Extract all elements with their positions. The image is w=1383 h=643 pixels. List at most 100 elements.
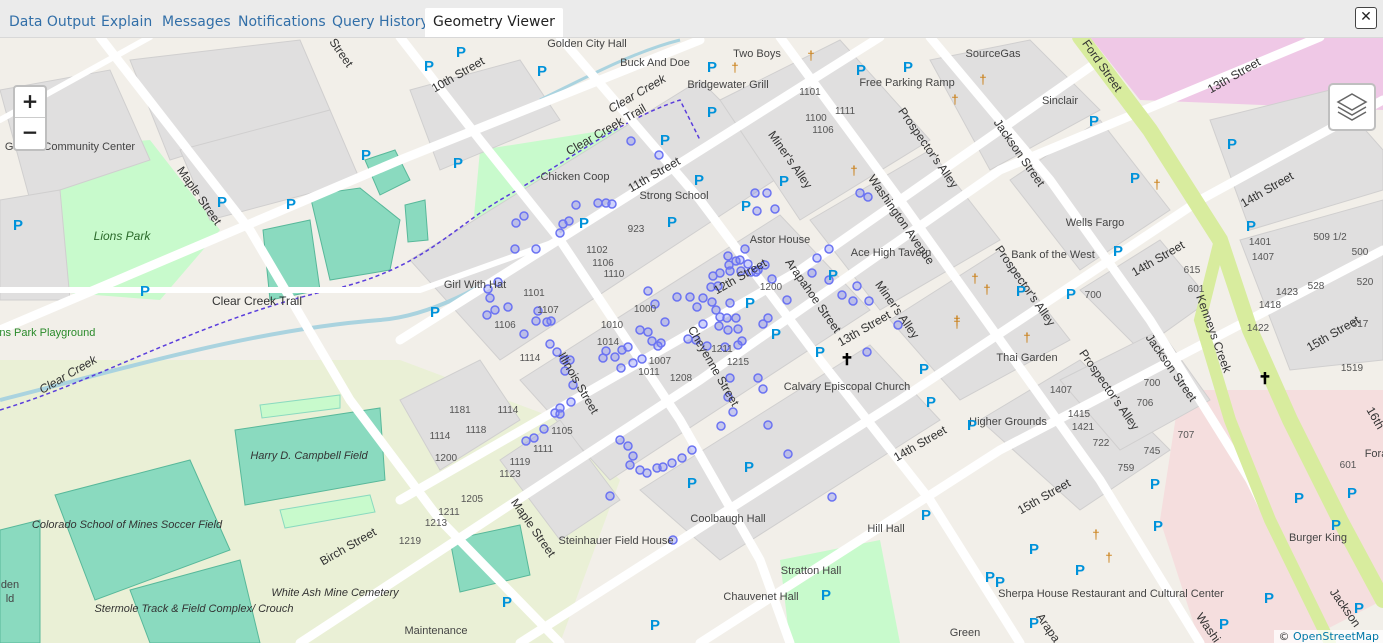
geometry-point[interactable] (623, 342, 633, 352)
zoom-out-button[interactable]: − (15, 118, 45, 148)
geometry-point[interactable] (692, 302, 702, 312)
geometry-point[interactable] (752, 206, 762, 216)
geometry-point[interactable] (763, 420, 773, 430)
geometry-point[interactable] (626, 136, 636, 146)
geometry-point[interactable] (807, 268, 817, 278)
geometry-point[interactable] (485, 293, 495, 303)
geometry-point[interactable] (812, 253, 822, 263)
tab-data-output[interactable]: Data Output (9, 8, 96, 37)
geometry-point[interactable] (827, 492, 837, 502)
geometry-point[interactable] (723, 251, 733, 261)
geometry-point[interactable] (598, 353, 608, 363)
geometry-point[interactable] (643, 327, 653, 337)
geometry-point[interactable] (687, 445, 697, 455)
geometry-point[interactable] (637, 354, 647, 364)
geometry-point[interactable] (521, 436, 531, 446)
tab-notifications[interactable]: Notifications (238, 8, 326, 37)
geometry-point[interactable] (758, 319, 768, 329)
geometry-point[interactable] (685, 292, 695, 302)
geometry-point[interactable] (707, 297, 717, 307)
geometry-point[interactable] (545, 339, 555, 349)
geometry-point[interactable] (566, 397, 576, 407)
geometry-point[interactable] (519, 329, 529, 339)
tab-query-history[interactable]: Query History (332, 8, 429, 37)
geometry-point[interactable] (616, 363, 626, 373)
geometry-point[interactable] (728, 407, 738, 417)
geometry-point[interactable] (623, 441, 633, 451)
geometry-point[interactable] (750, 188, 760, 198)
geometry-point[interactable] (635, 325, 645, 335)
geometry-point[interactable] (642, 468, 652, 478)
geometry-point[interactable] (753, 373, 763, 383)
geometry-point[interactable] (482, 310, 492, 320)
geometry-point[interactable] (698, 319, 708, 329)
geometry-point[interactable] (531, 316, 541, 326)
geometry-point[interactable] (510, 244, 520, 254)
geometry-point[interactable] (770, 204, 780, 214)
geometry-point[interactable] (758, 384, 768, 394)
geometry-point[interactable] (698, 293, 708, 303)
geometry-point[interactable] (677, 453, 687, 463)
place-label: Strong School (639, 190, 708, 202)
geometry-point[interactable] (848, 296, 858, 306)
tab-messages[interactable]: Messages (162, 8, 231, 37)
geometry-point[interactable] (715, 268, 725, 278)
geometry-point[interactable] (862, 347, 872, 357)
geometry-point[interactable] (852, 281, 862, 291)
geometry-point[interactable] (615, 435, 625, 445)
geometry-point[interactable] (714, 321, 724, 331)
parking-icon: P (745, 295, 755, 312)
geometry-point[interactable] (855, 188, 865, 198)
geometry-point[interactable] (654, 150, 664, 160)
geometry-point[interactable] (593, 198, 603, 208)
geometry-point[interactable] (735, 255, 745, 265)
geometry-point[interactable] (607, 199, 617, 209)
geometry-point[interactable] (519, 211, 529, 221)
geometry-point[interactable] (571, 200, 581, 210)
parking-icon: P (424, 58, 434, 75)
geometry-point[interactable] (643, 286, 653, 296)
geometry-point[interactable] (610, 352, 620, 362)
map-viewport[interactable]: Street 10th Street 11th Street Maple Street… (0, 37, 1383, 643)
geometry-point[interactable] (824, 244, 834, 254)
geometry-point[interactable] (725, 298, 735, 308)
geometry-point[interactable] (511, 218, 521, 228)
geometry-point[interactable] (660, 317, 670, 327)
layers-button[interactable] (1328, 83, 1376, 131)
geometry-point[interactable] (628, 358, 638, 368)
geometry-point[interactable] (555, 409, 565, 419)
geometry-point[interactable] (490, 305, 500, 315)
geometry-point[interactable] (731, 313, 741, 323)
geometry-point[interactable] (628, 451, 638, 461)
geometry-point[interactable] (723, 325, 733, 335)
attribution-link[interactable]: OpenStreetMap (1293, 630, 1379, 643)
geometry-point[interactable] (558, 219, 568, 229)
geometry-point[interactable] (529, 433, 539, 443)
geometry-point[interactable] (733, 324, 743, 334)
geometry-point[interactable] (539, 424, 549, 434)
geometry-point[interactable] (555, 228, 565, 238)
geometry-point[interactable] (783, 449, 793, 459)
geometry-point[interactable] (863, 192, 873, 202)
zoom-in-button[interactable]: + (15, 87, 45, 118)
geometry-point[interactable] (658, 462, 668, 472)
geometry-point[interactable] (740, 244, 750, 254)
tab-geometry-viewer[interactable]: Geometry Viewer (425, 8, 563, 37)
geometry-point[interactable] (864, 296, 874, 306)
tab-explain[interactable]: Explain (101, 8, 152, 37)
geometry-point[interactable] (503, 302, 513, 312)
geometry-point[interactable] (722, 313, 732, 323)
geometry-point[interactable] (542, 317, 552, 327)
geometry-point[interactable] (625, 460, 635, 470)
geometry-point[interactable] (653, 341, 663, 351)
close-button[interactable]: ✕ (1355, 7, 1377, 29)
geometry-point[interactable] (531, 244, 541, 254)
geometry-point[interactable] (716, 421, 726, 431)
geometry-point[interactable] (837, 290, 847, 300)
geometry-point[interactable] (672, 292, 682, 302)
geometry-point[interactable] (733, 340, 743, 350)
geometry-point[interactable] (605, 491, 615, 501)
geometry-point[interactable] (782, 295, 792, 305)
geometry-point[interactable] (667, 458, 677, 468)
geometry-point[interactable] (762, 188, 772, 198)
